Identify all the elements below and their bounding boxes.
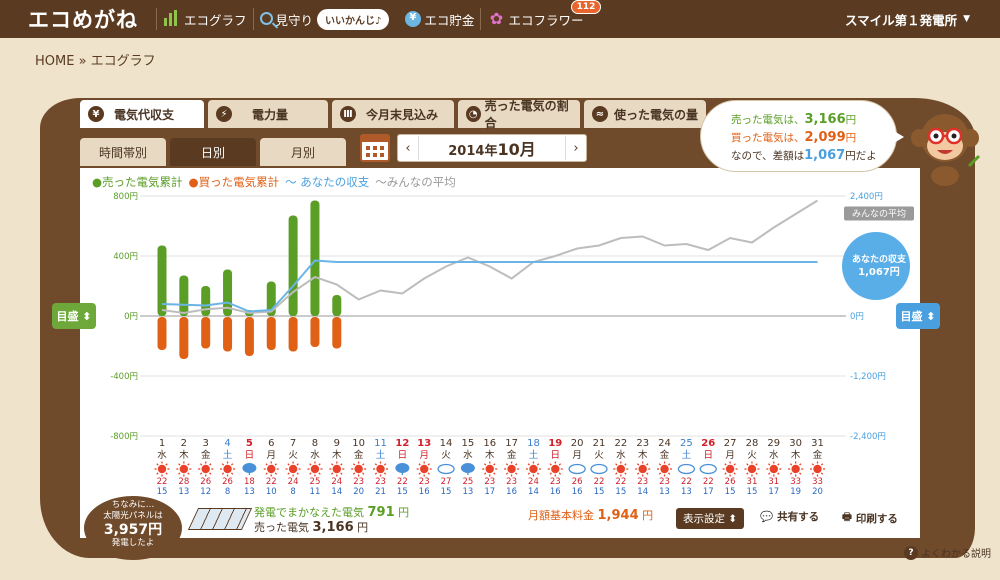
sold-summary: 売った電気は、3,166円	[731, 111, 896, 129]
subtab-daily[interactable]: 日別	[170, 138, 256, 166]
flower-icon: ✿	[489, 9, 504, 28]
bought-value: 2,099	[804, 130, 846, 145]
sold-label: 売った電気	[254, 521, 309, 534]
tab-label: 電気代収支	[114, 107, 175, 122]
help-label: よくわかる説明	[921, 549, 991, 560]
bought-prefix: 買った電気は、	[731, 132, 805, 144]
graph-icon	[163, 10, 181, 28]
tab-usage[interactable]: ≈ 使った電気の量	[584, 100, 706, 128]
tab-sold-ratio[interactable]: ◔ 売った電気の割合	[458, 99, 580, 130]
brand-logo[interactable]: エコめがね	[28, 4, 138, 34]
tab-power[interactable]: ⚡ 電力量	[208, 100, 328, 128]
next-month-button[interactable]: ›	[566, 141, 586, 156]
sold-value: 3,166	[312, 520, 354, 535]
chart-panel	[80, 168, 920, 498]
station-name: スマイル第１発電所	[844, 12, 958, 28]
caret-down-icon: ▼	[963, 14, 970, 24]
solar-summary-badge: ちなみに… 太陽光パネルは 3,957円 発電したよ	[84, 496, 182, 560]
bought-summary: 買った電気は、2,099円	[731, 129, 896, 147]
year-text: 2014年	[448, 144, 498, 159]
diff-value: 1,067	[804, 148, 846, 163]
legend-net[interactable]: 〜 あなたの収支	[285, 174, 369, 190]
nav-item-ecograph[interactable]: エコグラフ	[157, 0, 253, 38]
left-scale-button[interactable]: 目盛 ⬍	[52, 303, 96, 329]
help-link[interactable]: ? よくわかる説明	[904, 545, 991, 560]
legend-bought[interactable]: ●買った電気累計	[189, 174, 280, 190]
pie-chart-icon: ◔	[466, 106, 481, 122]
share-label: 共有する	[777, 511, 820, 523]
bolt-icon: ⚡	[216, 106, 232, 122]
solar-panel-icon	[187, 508, 253, 530]
period-tabs: 時間帯別 日別 月別	[80, 138, 350, 166]
nav-item-eco-savings[interactable]: エコ貯金	[399, 0, 480, 38]
monkey-mascot-icon	[911, 114, 981, 186]
summary-speech-bubble: 売った電気は、3,166円 買った電気は、2,099円 なので、差額は1,067…	[700, 100, 904, 172]
nav-item-label: エコグラフ	[184, 12, 247, 28]
tab-label: 使った電気の量	[614, 107, 699, 122]
diff-suffix: 円だよ	[845, 150, 877, 162]
tab-month-forecast[interactable]: Ⅲ 今月末見込み	[332, 100, 454, 128]
nav-item-label: 見守り	[275, 12, 314, 28]
notification-badge: 112	[570, 0, 602, 14]
yen-icon: ¥	[88, 106, 104, 122]
print-button[interactable]: 🖶 印刷する	[842, 509, 898, 527]
gen-covered: 発電でまかなえた電気 791 円	[254, 505, 409, 520]
gen-unit: 円	[398, 506, 410, 519]
gen-value: 791	[367, 505, 395, 520]
status-bubble: いいかんじ♪	[317, 8, 390, 30]
month-label: 2014年10月	[418, 136, 566, 160]
chart-legend: ●売った電気累計 ●買った電気累計 〜 あなたの収支 〜みんなの平均	[92, 174, 456, 190]
sold-unit: 円	[357, 521, 369, 534]
solar-value: 3,957円	[103, 522, 163, 538]
legend-average[interactable]: 〜みんなの平均	[375, 174, 456, 190]
month-navigator: ‹ 2014年10月 ›	[397, 134, 587, 162]
share-button[interactable]: 💬 共有する	[760, 509, 819, 524]
solar-subtitle: 太陽光パネルは	[103, 511, 163, 521]
print-label: 印刷する	[855, 512, 898, 525]
nav-item-label: エコフラワー	[508, 12, 584, 28]
legend-sold[interactable]: ●売った電気累計	[92, 174, 183, 190]
tab-label: 今月末見込み	[366, 107, 439, 122]
tab-balance[interactable]: ¥ 電気代収支	[80, 100, 204, 128]
bar-graph-icon: Ⅲ	[340, 106, 356, 122]
fee-label: 月額基本料金	[528, 509, 594, 522]
subtab-monthly[interactable]: 月別	[260, 138, 346, 166]
generation-info: 発電でまかなえた電気 791 円 売った電気 3,166 円	[254, 505, 409, 535]
prev-month-button[interactable]: ‹	[398, 141, 418, 156]
calendar-icon[interactable]	[360, 134, 390, 162]
sold-value: 3,166	[804, 112, 846, 127]
diff-prefix: なので、差額は	[731, 150, 805, 162]
fee-value: 1,944	[597, 508, 639, 523]
basic-fee: 月額基本料金 1,944 円	[528, 507, 653, 523]
display-settings-button[interactable]: 表示設定 ⬍	[676, 508, 745, 529]
breadcrumb[interactable]: HOME » エコグラフ	[35, 50, 156, 69]
speech-icon: 💬	[760, 511, 774, 523]
yen-unit: 円	[845, 132, 857, 144]
fee-unit: 円	[642, 509, 654, 522]
solar-title: ちなみに…	[111, 500, 155, 510]
sold-prefix: 売った電気は、	[731, 114, 805, 126]
month-text: 10月	[497, 140, 536, 159]
diff-summary: なので、差額は1,067円だよ	[731, 147, 896, 165]
printer-icon: 🖶	[842, 511, 852, 523]
gen-label: 発電でまかなえた電気	[254, 506, 364, 519]
solar-suffix: 発電したよ	[111, 538, 155, 548]
coin-icon	[405, 11, 422, 27]
nav-item-eco-flower[interactable]: ✿ エコフラワー 112	[481, 0, 602, 38]
nav-item-label: エコ貯金	[424, 12, 475, 28]
question-icon: ?	[904, 545, 918, 560]
main-nav: エコグラフ 見守り いいかんじ♪ エコ貯金 ✿ エコフラワー 112	[156, 0, 602, 38]
tab-label: 売った電気の割合	[484, 99, 569, 130]
yen-unit: 円	[845, 114, 857, 126]
right-scale-button[interactable]: 目盛 ⬍	[896, 303, 940, 329]
magnifier-icon	[259, 11, 273, 25]
gen-sold: 売った電気 3,166 円	[254, 520, 409, 535]
main-tabs: ¥ 電気代収支 ⚡ 電力量 Ⅲ 今月末見込み ◔ 売った電気の割合 ≈ 使った電…	[80, 99, 710, 130]
station-selector[interactable]: スマイル第１発電所 ▼	[845, 0, 970, 38]
top-nav-bar: エコめがね エコグラフ 見守り いいかんじ♪ エコ貯金 ✿ エコフラワー 112…	[0, 0, 1000, 38]
subtab-hourly[interactable]: 時間帯別	[80, 138, 166, 166]
nav-item-mimamori[interactable]: 見守り いいかんじ♪	[254, 0, 400, 38]
tab-label: 電力量	[252, 107, 289, 122]
wave-icon: ≈	[592, 106, 608, 122]
